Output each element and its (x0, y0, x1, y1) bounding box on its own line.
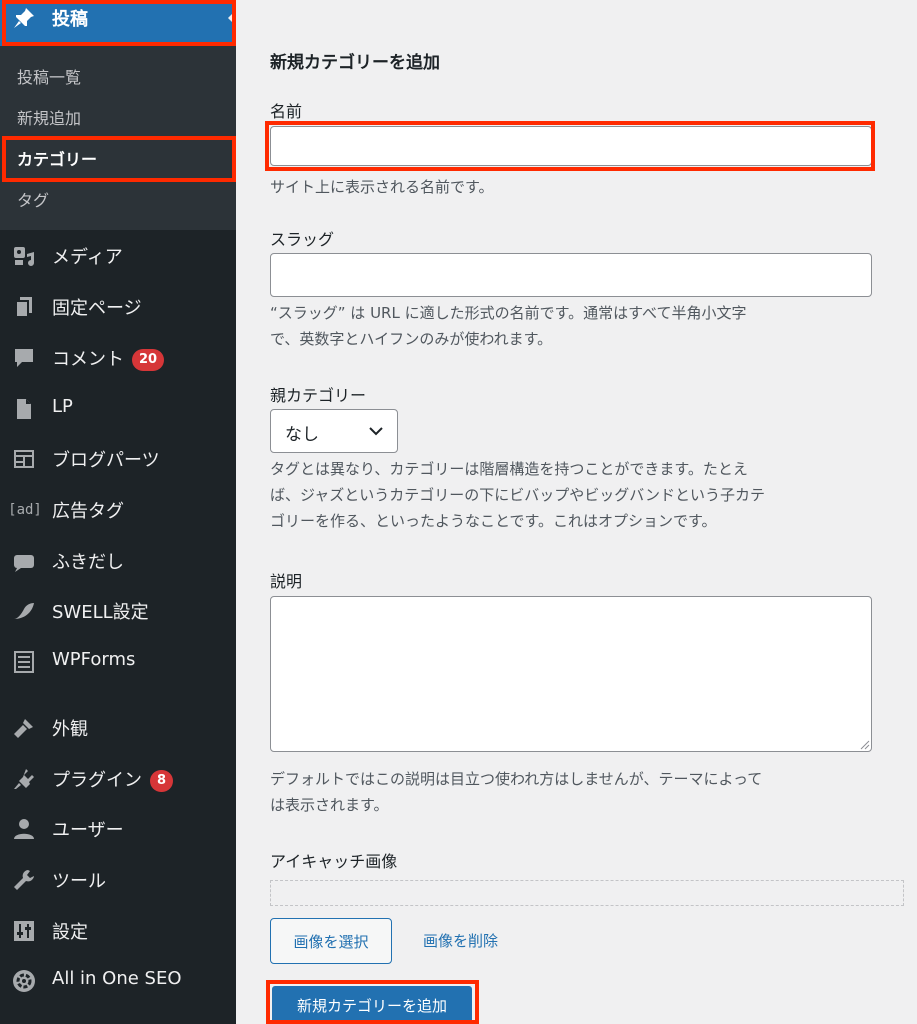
sidebar-item-swell-settings[interactable]: SWELL設定 (0, 588, 236, 632)
sidebar-item-label: All in One SEO (52, 968, 182, 989)
current-menu-arrow (228, 10, 236, 26)
forms-icon (12, 650, 36, 674)
comment-icon (12, 346, 36, 370)
layout-icon (12, 447, 36, 471)
parent-help-line: ば、ジャズというカテゴリーの下にビバップやビッグバンドという子カテ (270, 486, 766, 504)
sidebar-item-label: プラグイン 8 (52, 766, 174, 792)
parent-help-line: タグとは異なり、カテゴリーは階層構造を持つことができます。たとえ (270, 460, 748, 478)
sidebar-item-label: 投稿 (52, 9, 88, 30)
sidebar-item-posts[interactable]: 投稿 (0, 0, 236, 46)
submenu-item-all-posts[interactable]: 投稿一覧 (17, 64, 81, 88)
chevron-down-icon (369, 427, 383, 436)
media-icon (12, 244, 36, 268)
sidebar-item-wpforms[interactable]: WPForms (0, 639, 236, 683)
sidebar-item-plugins[interactable]: プラグイン 8 (0, 756, 236, 800)
admin-sidebar: 投稿 投稿一覧 新規追加 カテゴリー タグ メディア 固定ページ コメント 20 … (0, 0, 236, 1024)
sidebar-item-tools[interactable]: ツール (0, 857, 236, 901)
parent-category-select[interactable]: なし (270, 409, 398, 453)
user-icon (12, 817, 36, 841)
pushpin-icon (14, 8, 34, 28)
description-help-line: デフォルトではこの説明は目立つ使われ方はしませんが、テーマによって (270, 770, 763, 788)
description-textarea[interactable] (270, 596, 872, 752)
slug-help-line: “スラッグ” は URL に適した形式の名前です。通常はすべて半角小文字 (270, 304, 747, 322)
sidebar-item-users[interactable]: ユーザー (0, 806, 236, 850)
settings-icon (12, 919, 36, 943)
paintbrush-icon (12, 716, 36, 740)
sidebar-item-label: 設定 (52, 922, 88, 943)
sidebar-item-label: メディア (52, 247, 123, 268)
image-preview-area (270, 880, 904, 906)
submenu-item-categories[interactable]: カテゴリー (17, 146, 97, 170)
sidebar-item-comments[interactable]: コメント 20 (0, 335, 236, 379)
ad-icon: [ad] (8, 502, 42, 518)
form-heading: 新規カテゴリーを追加 (270, 53, 440, 73)
description-help: デフォルトではこの説明は目立つ使われ方はしませんが、テーマによって は表示されま… (270, 766, 850, 818)
sidebar-item-label: 外観 (52, 719, 88, 740)
resize-grip-icon[interactable] (858, 738, 870, 750)
name-help: サイト上に表示される名前です。 (270, 178, 494, 196)
sidebar-item-label: コメント 20 (52, 345, 165, 371)
wrench-icon (12, 868, 36, 892)
sidebar-item-lp[interactable]: LP (0, 386, 236, 430)
sidebar-item-settings[interactable]: 設定 (0, 908, 236, 952)
sidebar-item-text: コメント (52, 349, 124, 370)
eyecatch-label: アイキャッチ画像 (270, 852, 398, 871)
parent-help-line: ゴリーを作る、といったようなことです。これはオプションです。 (270, 512, 717, 530)
parent-help: タグとは異なり、カテゴリーは階層構造を持つことができます。たとえ ば、ジャズとい… (270, 456, 850, 534)
sidebar-item-label: 広告タグ (52, 501, 124, 522)
description-label: 説明 (270, 572, 303, 591)
posts-submenu: 投稿一覧 新規追加 カテゴリー タグ (0, 46, 236, 230)
sidebar-item-fukidashi[interactable]: ふきだし (0, 538, 236, 582)
add-category-button[interactable]: 新規カテゴリーを追加 (272, 986, 472, 1024)
sidebar-item-ad-tags[interactable]: [ad] 広告タグ (0, 487, 236, 531)
slug-help: “スラッグ” は URL に適した形式の名前です。通常はすべて半角小文字 で、英… (270, 300, 850, 352)
parent-label: 親カテゴリー (270, 386, 367, 405)
swell-icon (12, 599, 36, 623)
sidebar-item-label: ユーザー (52, 820, 124, 841)
sidebar-item-label: WPForms (52, 649, 136, 670)
slug-help-line: で、英数字とハイフンのみが使われます。 (270, 330, 553, 348)
submenu-item-add-new[interactable]: 新規追加 (17, 105, 81, 129)
sidebar-item-label: LP (52, 396, 73, 417)
plugin-icon (12, 767, 36, 791)
description-help-line: は表示されます。 (270, 796, 389, 814)
sidebar-item-pages[interactable]: 固定ページ (0, 284, 236, 328)
sidebar-item-label: 固定ページ (52, 298, 142, 319)
sidebar-item-text: プラグイン (52, 770, 142, 791)
speech-bubble-icon (12, 549, 36, 573)
select-image-button[interactable]: 画像を選択 (270, 918, 392, 964)
sidebar-item-media[interactable]: メディア (0, 233, 236, 277)
sidebar-item-appearance[interactable]: 外観 (0, 705, 236, 749)
sidebar-item-label: SWELL設定 (52, 602, 149, 623)
document-icon (12, 397, 36, 421)
name-input[interactable] (270, 126, 872, 166)
comment-count-badge: 20 (132, 349, 165, 371)
sidebar-item-label: ツール (52, 871, 106, 892)
add-category-form: 新規カテゴリーを追加 名前 サイト上に表示される名前です。 スラッグ “スラッグ… (236, 0, 917, 1024)
sidebar-item-blog-parts[interactable]: ブログパーツ (0, 436, 236, 480)
slug-label: スラッグ (270, 230, 335, 249)
submenu-item-tags[interactable]: タグ (17, 187, 49, 211)
aioseo-icon (12, 969, 36, 993)
sidebar-item-label: ブログパーツ (52, 450, 160, 471)
pages-icon (12, 295, 36, 319)
sidebar-item-label: ふきだし (52, 552, 124, 573)
remove-image-link[interactable]: 画像を削除 (423, 930, 498, 951)
plugin-update-badge: 8 (150, 770, 174, 792)
slug-input[interactable] (270, 253, 872, 297)
selected-value: なし (285, 425, 319, 445)
sidebar-item-aioseo[interactable]: All in One SEO (0, 958, 236, 1002)
name-label: 名前 (270, 102, 303, 121)
